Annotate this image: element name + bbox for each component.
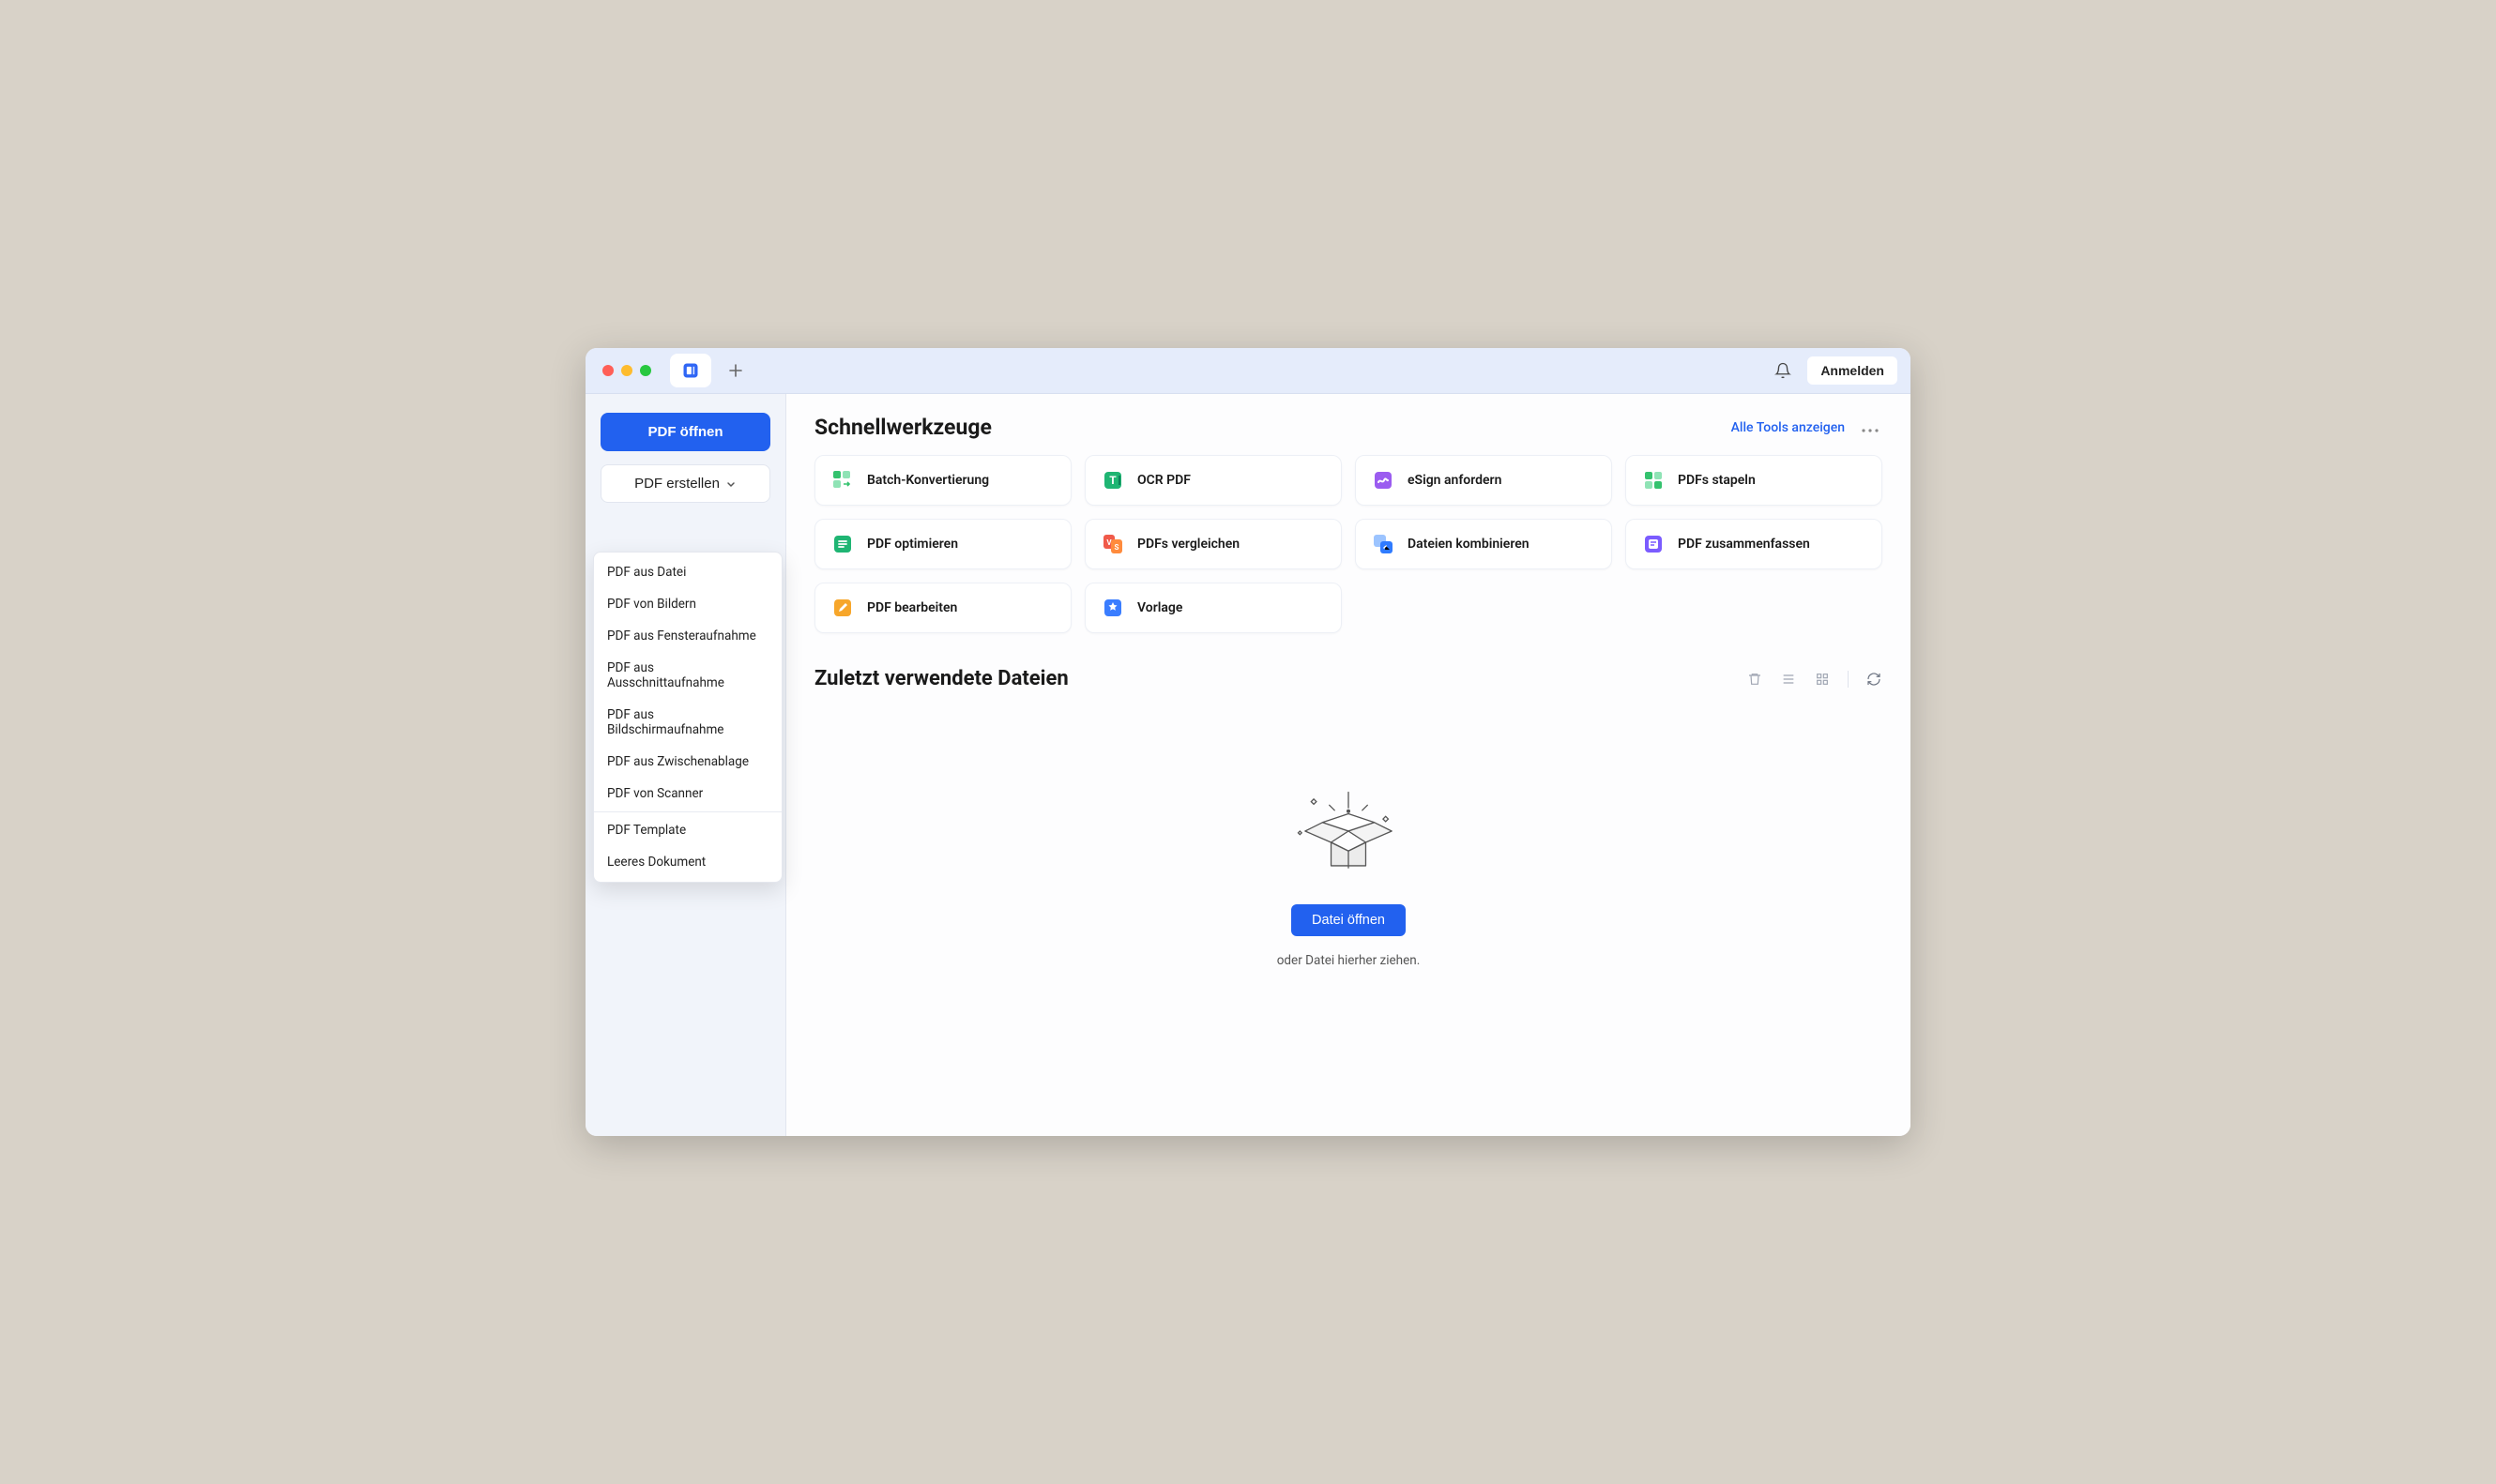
recent-files-header: Zuletzt verwendete Dateien (814, 667, 1882, 690)
tool-batch-conversion[interactable]: Batch-Konvertierung (814, 455, 1072, 506)
maximize-window-button[interactable] (640, 365, 651, 376)
login-button[interactable]: Anmelden (1807, 356, 1897, 385)
open-pdf-button[interactable]: PDF öffnen (601, 413, 770, 451)
quicktools-grid: Batch-Konvertierung T OCR PDF eSign anfo… (814, 455, 1882, 633)
tool-summarize-pdf[interactable]: PDF zusammenfassen (1625, 519, 1882, 569)
notifications-button[interactable] (1766, 354, 1800, 387)
tool-compare-pdfs[interactable]: VS PDFs vergleichen (1085, 519, 1342, 569)
combine-icon (1371, 532, 1395, 556)
tool-label: Vorlage (1137, 600, 1182, 615)
titlebar: Anmelden (586, 348, 1910, 394)
menu-item-pdf-from-selection-capture[interactable]: PDF aus Ausschnittaufnahme (594, 652, 782, 699)
quicktools-title: Schnellwerkzeuge (814, 415, 992, 440)
list-view-button[interactable] (1780, 671, 1797, 688)
minimize-window-button[interactable] (621, 365, 632, 376)
quicktools-more-button[interactable] (1858, 415, 1882, 440)
menu-item-pdf-from-scanner[interactable]: PDF von Scanner (594, 778, 782, 810)
tool-label: PDFs vergleichen (1137, 537, 1240, 552)
optimize-icon (830, 532, 855, 556)
menu-item-blank-document[interactable]: Leeres Dokument (594, 846, 782, 878)
create-pdf-dropdown-button[interactable]: PDF erstellen (601, 464, 770, 503)
bell-icon (1774, 362, 1791, 379)
new-tab-button[interactable] (719, 354, 753, 387)
menu-item-pdf-from-clipboard[interactable]: PDF aus Zwischenablage (594, 746, 782, 778)
summarize-icon (1641, 532, 1666, 556)
batch-icon (830, 468, 855, 492)
template-icon (1101, 596, 1125, 620)
tool-combine-files[interactable]: Dateien kombinieren (1355, 519, 1612, 569)
tool-label: PDFs stapeln (1678, 473, 1756, 488)
tool-template[interactable]: Vorlage (1085, 583, 1342, 633)
more-horizontal-icon (1862, 429, 1879, 432)
create-pdf-menu: PDF aus Datei PDF von Bildern PDF aus Fe… (593, 552, 783, 883)
trash-icon (1747, 672, 1762, 687)
ocr-icon: T (1101, 468, 1125, 492)
tool-optimize-pdf[interactable]: PDF optimieren (814, 519, 1072, 569)
refresh-button[interactable] (1865, 671, 1882, 688)
grid-view-button[interactable] (1814, 671, 1831, 688)
main-content: Schnellwerkzeuge Alle Tools anzeigen Bat… (786, 394, 1910, 1136)
tool-label: Dateien kombinieren (1408, 537, 1530, 552)
tool-label: PDF zusammenfassen (1678, 537, 1810, 552)
close-window-button[interactable] (602, 365, 614, 376)
sidebar: PDF öffnen PDF erstellen PDF aus Datei P… (586, 394, 786, 1136)
tool-edit-pdf[interactable]: PDF bearbeiten (814, 583, 1072, 633)
compare-icon: VS (1101, 532, 1125, 556)
drop-hint-text: oder Datei hierher ziehen. (1277, 953, 1421, 968)
svg-text:T: T (1109, 474, 1117, 487)
app-logo-icon (681, 361, 700, 380)
recent-files-title: Zuletzt verwendete Dateien (814, 667, 1069, 690)
menu-item-pdf-from-file[interactable]: PDF aus Datei (594, 556, 782, 588)
svg-text:S: S (1115, 543, 1119, 552)
edit-icon (830, 596, 855, 620)
menu-item-pdf-from-window-capture[interactable]: PDF aus Fensteraufnahme (594, 620, 782, 652)
tool-label: PDF bearbeiten (867, 600, 957, 615)
recent-toolbar (1746, 671, 1882, 688)
menu-item-pdf-from-screen-capture[interactable]: PDF aus Bildschirmaufnahme (594, 699, 782, 746)
chevron-down-icon (725, 478, 737, 490)
show-all-tools-link[interactable]: Alle Tools anzeigen (1731, 420, 1845, 435)
open-file-button[interactable]: Datei öffnen (1291, 904, 1406, 936)
window-controls (602, 365, 651, 376)
list-icon (1781, 672, 1796, 687)
app-window: Anmelden PDF öffnen PDF erstellen PDF au… (586, 348, 1910, 1136)
toolbar-separator (1848, 671, 1849, 688)
menu-item-pdf-from-images[interactable]: PDF von Bildern (594, 588, 782, 620)
tool-request-esign[interactable]: eSign anfordern (1355, 455, 1612, 506)
tool-label: PDF optimieren (867, 537, 958, 552)
empty-box-icon (1287, 775, 1409, 887)
menu-item-pdf-template[interactable]: PDF Template (594, 814, 782, 846)
tool-label: Batch-Konvertierung (867, 473, 989, 488)
home-tab[interactable] (670, 354, 711, 387)
esign-icon (1371, 468, 1395, 492)
create-pdf-label: PDF erstellen (634, 476, 720, 492)
delete-button[interactable] (1746, 671, 1763, 688)
tool-stack-pdfs[interactable]: PDFs stapeln (1625, 455, 1882, 506)
tool-label: OCR PDF (1137, 473, 1191, 488)
stack-icon (1641, 468, 1666, 492)
plus-icon (728, 363, 743, 378)
recent-empty-state: Datei öffnen oder Datei hierher ziehen. (814, 709, 1882, 968)
grid-icon (1815, 672, 1830, 687)
tool-label: eSign anfordern (1408, 473, 1501, 488)
quicktools-header: Schnellwerkzeuge Alle Tools anzeigen (814, 415, 1882, 440)
refresh-icon (1866, 672, 1881, 687)
tool-ocr-pdf[interactable]: T OCR PDF (1085, 455, 1342, 506)
menu-separator (594, 811, 782, 812)
